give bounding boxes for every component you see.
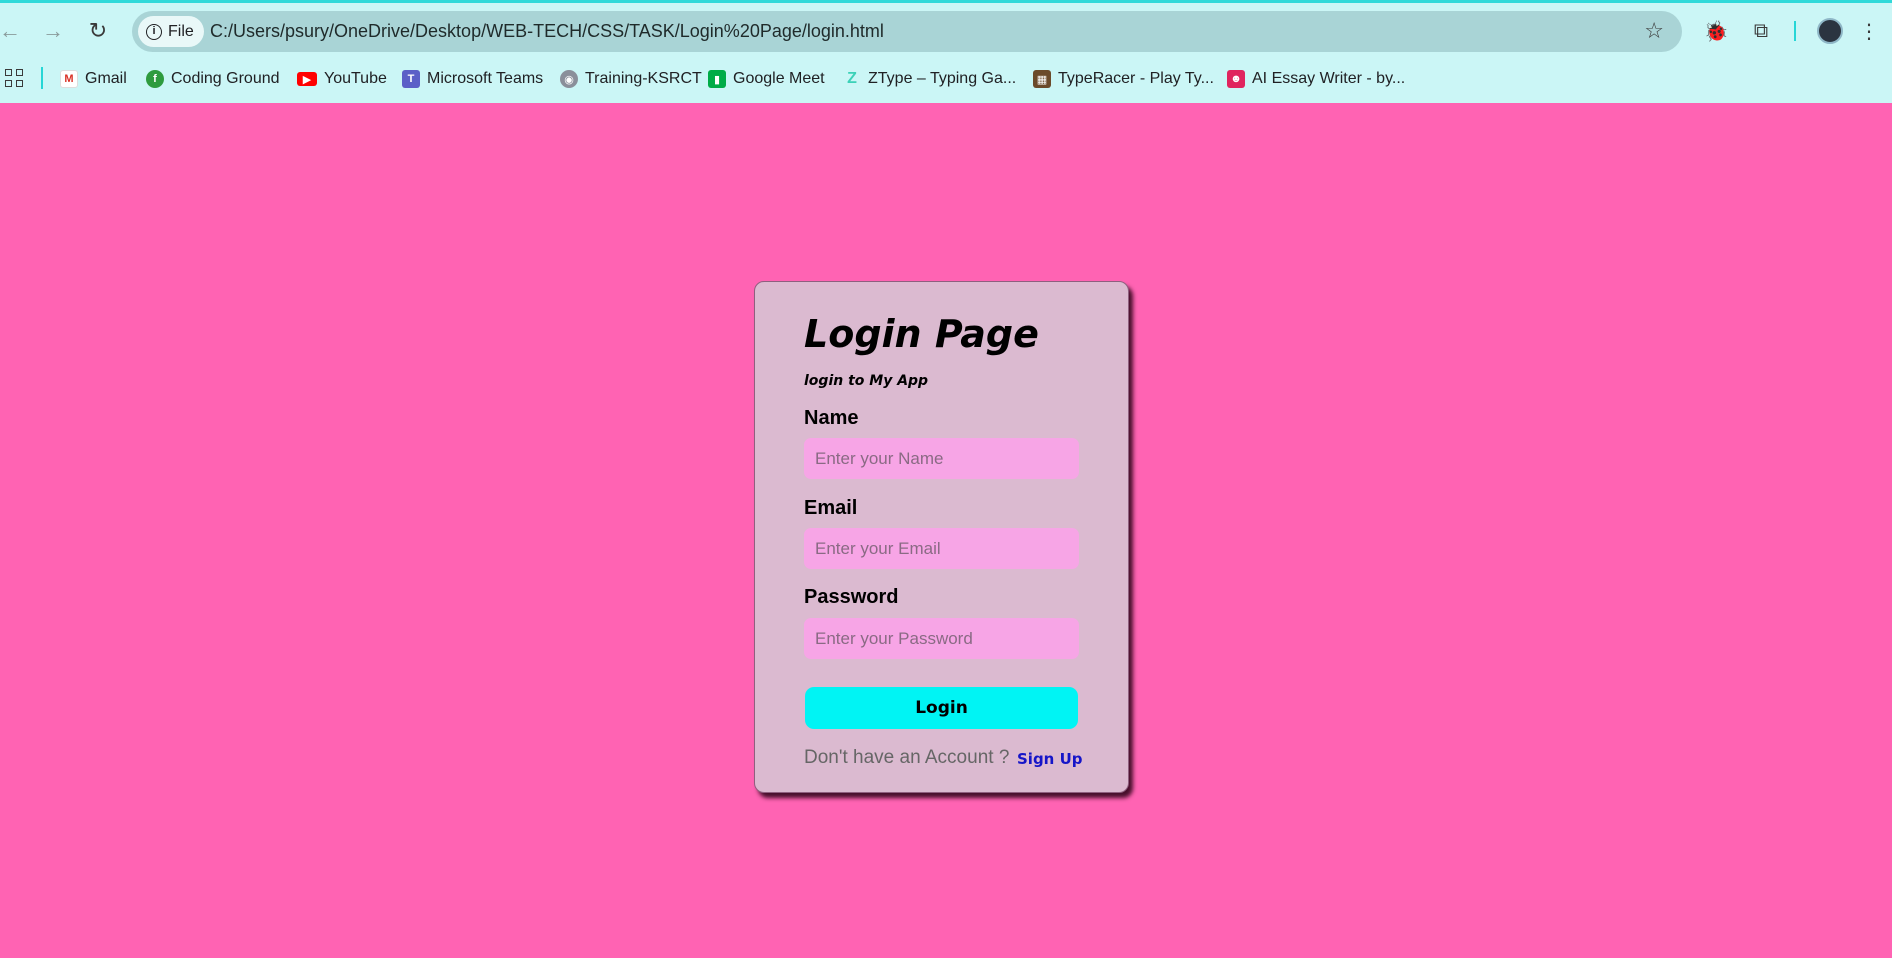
gmail-icon: M [60,70,78,88]
no-account-text: Don't have an Account ? [804,747,1010,768]
bookmark-label: Coding Ground [171,70,280,87]
address-bar[interactable]: i File C:/Users/psury/OneDrive/Desktop/W… [132,11,1682,52]
bookmark-ztype[interactable]: Z ZType – Typing Ga... [843,66,1016,92]
bookmark-label: TypeRacer - Play Ty... [1058,70,1214,87]
bookmark-label: Gmail [85,70,127,87]
bookmarks-bar: M Gmail f Coding Ground ▶ YouTube T Micr… [0,62,1892,94]
bookmark-label: AI Essay Writer - by... [1252,70,1406,87]
bookmarks-divider [41,67,43,89]
page-subtitle: login to My App [804,373,929,389]
forward-button[interactable]: → [37,15,69,47]
bookmark-meet[interactable]: ▮ Google Meet [708,66,825,92]
extensions-puzzle-icon[interactable]: ⧉ [1746,16,1776,46]
sign-up-link[interactable]: Sign Up [1017,750,1083,768]
page-title: Login Page [804,312,1039,356]
bookmark-training[interactable]: ◉ Training-KSRCT [560,66,702,92]
bookmark-typeracer[interactable]: ▦ TypeRacer - Play Ty... [1033,66,1214,92]
bookmark-label: Training-KSRCT [585,70,702,87]
bookmark-label: Microsoft Teams [427,70,544,87]
url-text[interactable]: C:/Users/psury/OneDrive/Desktop/WEB-TECH… [210,21,884,42]
name-label: Name [804,407,859,429]
training-icon: ◉ [560,70,578,88]
coding-ground-icon: f [146,70,164,88]
password-input[interactable] [804,618,1079,659]
password-label: Password [804,586,899,608]
bookmark-star-icon[interactable]: ☆ [1644,18,1664,44]
bookmark-label: Google Meet [733,70,825,87]
bookmark-coding-ground[interactable]: f Coding Ground [146,66,280,92]
reload-button[interactable]: ↻ [82,15,114,47]
apps-grid-icon[interactable] [5,69,23,87]
tab-strip-edge [0,0,1892,3]
bookmark-teams[interactable]: T Microsoft Teams [402,66,543,92]
login-button[interactable]: Login [805,687,1078,729]
toolbar-divider [1794,21,1796,41]
typeracer-icon: ▦ [1033,70,1051,88]
essay-writer-icon: ☻ [1227,70,1245,88]
email-input[interactable] [804,528,1079,569]
bookmark-gmail[interactable]: M Gmail [60,66,127,92]
bookmark-youtube[interactable]: ▶ YouTube [297,66,387,92]
menu-kebab-icon[interactable]: ⋮ [1854,16,1884,46]
bookmark-essay-writer[interactable]: ☻ AI Essay Writer - by... [1227,66,1405,92]
bug-extension-icon[interactable]: 🐞 [1701,16,1731,46]
youtube-icon: ▶ [297,72,317,86]
back-button[interactable]: ← [0,15,26,47]
teams-icon: T [402,70,420,88]
bookmark-label: ZType – Typing Ga... [868,70,1017,87]
site-info-chip[interactable]: i File [138,16,204,47]
name-input[interactable] [804,438,1079,479]
info-icon: i [146,23,162,40]
browser-chrome: ← → ↻ i File C:/Users/psury/OneDrive/Des… [0,0,1892,103]
profile-avatar[interactable] [1817,18,1843,44]
meet-icon: ▮ [708,70,726,88]
login-card: Login Page login to My App Name Email Pa… [754,281,1129,793]
bookmark-label: YouTube [324,70,387,87]
ztype-icon: Z [847,70,857,87]
email-label: Email [804,497,858,519]
site-chip-label: File [168,22,194,40]
